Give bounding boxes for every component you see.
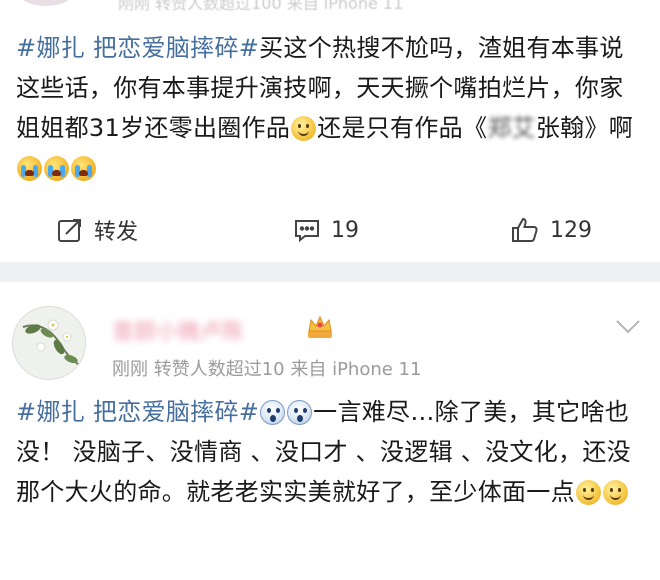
- cry-emoji: [44, 156, 69, 181]
- post-2-meta: 刚刚 转赞人数超过10 来自 iPhone 11: [112, 359, 422, 380]
- post-1-text-mid: 还是只有作品《: [317, 114, 488, 142]
- shock-emoji: [260, 400, 286, 425]
- shock-emoji: [287, 400, 313, 425]
- repost-button[interactable]: 转发: [56, 205, 138, 255]
- post-card-2: 昔颜小微卢陈 刚刚 转赞人数超过10 来自 iPhone 11 #娜扎 把恋爱脑…: [0, 282, 660, 580]
- post-2-hashtag[interactable]: #娜扎 把恋爱脑摔碎#: [16, 398, 259, 426]
- like-button[interactable]: 129: [510, 205, 592, 255]
- comment-button[interactable]: 19: [293, 205, 359, 255]
- feed-divider: [0, 262, 660, 282]
- comment-icon: [295, 220, 319, 243]
- smile-emoji: [575, 480, 601, 505]
- comment-count: 19: [331, 217, 359, 243]
- post-1-action-bar: 转发 19 129: [0, 205, 660, 255]
- post-1-meta-text: 刚刚 转赞人数超过100 来自 iPhone 11: [118, 0, 404, 12]
- post-2-username[interactable]: 昔颜小微卢陈: [112, 314, 245, 345]
- post-1-meta-cropped: 刚刚 转赞人数超过100 来自 iPhone 11: [0, 0, 660, 12]
- post-card-1: 刚刚 转赞人数超过100 来自 iPhone 11 #娜扎 把恋爱脑摔碎#买这个…: [0, 0, 660, 262]
- post-1-text-tail: 张翰》啊: [535, 114, 634, 142]
- post-1-text: #娜扎 把恋爱脑摔碎#买这个热搜不尬吗，渣姐有本事说这些话，你有本事提升演技啊，…: [16, 28, 646, 188]
- post-1-avatar[interactable]: [14, 0, 78, 6]
- smile-emoji: [291, 116, 317, 141]
- post-1-text-redacted: 郑艾: [487, 114, 536, 142]
- repost-icon: [58, 219, 81, 242]
- post-2-avatar[interactable]: [12, 306, 86, 380]
- post-2-username-redacted: 昔颜小微卢陈: [112, 320, 245, 345]
- cry-emoji: [17, 156, 42, 181]
- crown-badge-icon: [308, 315, 332, 338]
- like-count: 129: [550, 217, 592, 243]
- like-icon: [512, 217, 538, 242]
- post-1-hashtag[interactable]: #娜扎 把恋爱脑摔碎#: [16, 34, 259, 62]
- cry-emoji: [71, 156, 96, 181]
- repost-label: 转发: [94, 220, 139, 245]
- smile-emoji: [602, 480, 628, 505]
- post-2-text: #娜扎 把恋爱脑摔碎# 一言难尽…除了美，其它啥也没！ 没脑子、没情商 、没口才 …: [16, 392, 646, 512]
- chevron-down-icon[interactable]: [614, 318, 642, 336]
